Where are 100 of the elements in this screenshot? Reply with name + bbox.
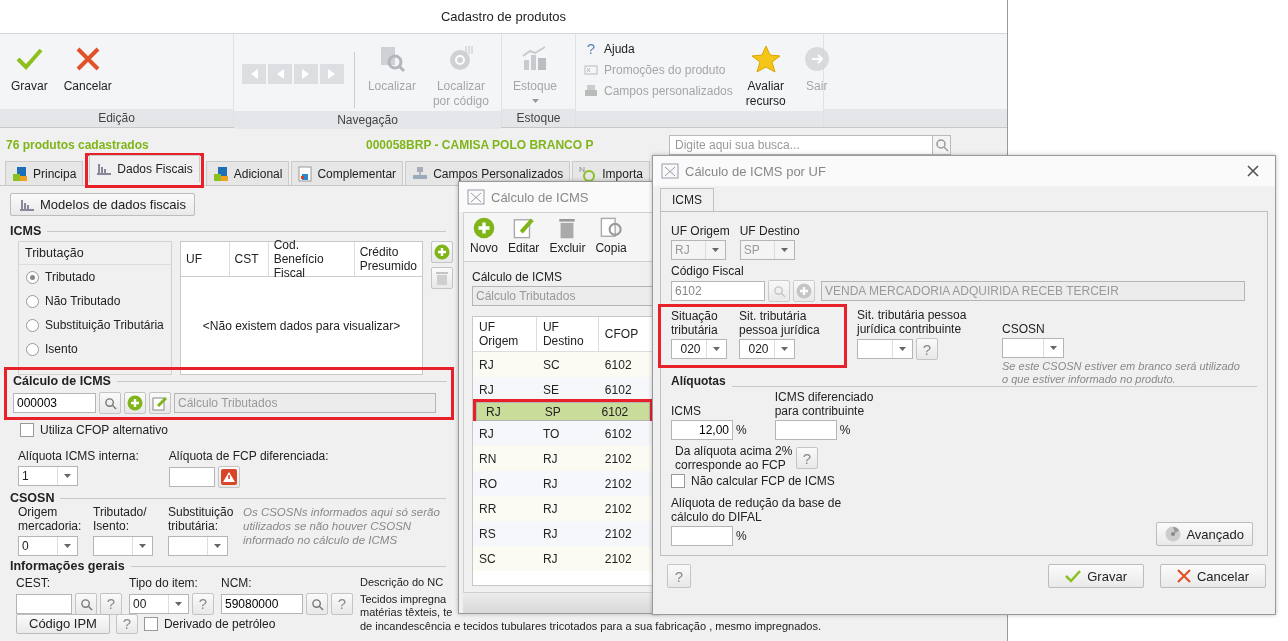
toolbar-button[interactable]: Excluir	[547, 217, 588, 261]
field-label: Sit. tributária pessoa jurídica	[739, 309, 821, 337]
advanced-button[interactable]: Avançado	[1156, 522, 1253, 546]
toolbar-button[interactable]: Editar	[506, 217, 542, 261]
tab[interactable]: Dados Fiscais	[89, 155, 200, 182]
rate-field[interactable]	[774, 420, 837, 440]
fiscal-models-button[interactable]: Modelos de dados fiscais	[10, 193, 195, 216]
icms-rate-field[interactable]: 12,00	[671, 420, 733, 440]
radio-button[interactable]	[26, 270, 39, 284]
tab[interactable]: ICMS	[660, 188, 714, 211]
table-cell-text: 6102	[603, 426, 633, 441]
checkbox-label: Não calcular FCP de ICMS	[691, 474, 835, 488]
section-title: ICMS	[10, 224, 42, 238]
field-label: Substituição tributária:	[168, 505, 235, 533]
close-icon[interactable]	[1247, 165, 1259, 177]
edit-button[interactable]	[149, 392, 171, 414]
trash-icon	[435, 270, 449, 286]
dropdown-field[interactable]	[857, 339, 913, 359]
checkbox[interactable]	[20, 423, 34, 437]
dropdown-field[interactable]: 020	[671, 339, 727, 359]
dropdown-field[interactable]: 00	[129, 594, 189, 614]
checkbox-option[interactable]: Não calcular FCP de ICMS	[671, 474, 1257, 488]
table-row[interactable]: RJ SP 6102	[476, 402, 650, 421]
search-field[interactable]: Digite aqui sua busca...	[669, 135, 933, 155]
add-button[interactable]	[793, 280, 815, 302]
checkbox[interactable]	[671, 474, 685, 488]
search-button[interactable]	[933, 135, 951, 155]
save-button[interactable]: Gravar	[1048, 564, 1144, 588]
ipm-code-button[interactable]: Código IPM	[16, 614, 110, 634]
checkbox[interactable]	[143, 617, 158, 631]
cest-field[interactable]	[16, 594, 72, 614]
rate-field[interactable]	[168, 467, 215, 487]
plus-icon	[473, 217, 495, 239]
add-button[interactable]	[124, 392, 146, 414]
option-label: Tributado	[45, 270, 96, 284]
checkbox-option[interactable]: Derivado de petróleo	[143, 617, 276, 631]
tab[interactable]: Complementar	[291, 161, 404, 185]
radio-button[interactable]	[26, 342, 39, 356]
field-label: NCM:	[221, 576, 253, 590]
window-icon	[661, 163, 679, 179]
dropdown-field[interactable]	[168, 536, 228, 556]
search-button[interactable]	[99, 392, 121, 414]
column-header: UF Origem	[473, 317, 537, 351]
table-cell-text: RJ	[541, 476, 559, 491]
window-title: Cadastro de produtos	[441, 9, 566, 24]
radio-option[interactable]: Isento	[19, 337, 171, 361]
column-header: Cod. Benefício Fiscal	[268, 242, 355, 276]
field-label: UF Origem	[671, 224, 730, 238]
section-title: CSOSN	[10, 491, 55, 505]
dropdown-field[interactable]: 1	[18, 466, 78, 486]
chart-icon	[96, 162, 113, 176]
hint-text: Os CSOSNs informados aqui só serão utilizados se não houver CSOSN informado no cálculo de ICMS	[243, 505, 441, 547]
code-field[interactable]: 000003	[13, 393, 96, 413]
field-label: Origem mercadoria:	[18, 505, 83, 533]
field-label: CSOSN	[1002, 322, 1046, 336]
search-button[interactable]	[75, 593, 97, 615]
table-cell-text: RJ	[485, 404, 502, 419]
plus-icon	[434, 244, 450, 260]
column-header: Crédito Presumido	[358, 244, 418, 275]
save-button[interactable]: Gravar	[8, 42, 51, 96]
warning-icon	[220, 469, 237, 485]
dropdown-field[interactable]: 0	[18, 536, 78, 556]
rate-field[interactable]	[671, 526, 733, 546]
tag-icon	[584, 64, 598, 76]
table-cell-text: RJ	[478, 357, 495, 372]
table-cell-text: 2102	[603, 501, 633, 516]
ncm-field[interactable]: 59080000	[221, 594, 303, 614]
radio-option[interactable]: Substituição Tributária	[19, 313, 171, 337]
rate-button[interactable]: Avaliar recurso	[742, 42, 789, 111]
blocks-icon	[12, 165, 28, 182]
warning-button[interactable]	[217, 466, 240, 488]
add-button[interactable]	[431, 241, 453, 263]
toolbar-button[interactable]: Novo	[468, 217, 500, 261]
table-cell-text: RJ	[541, 451, 559, 466]
checkbox-label: Derivado de petróleo	[163, 617, 276, 631]
search-button[interactable]	[306, 593, 328, 615]
radiation-icon	[1165, 526, 1182, 542]
tab[interactable]: Adicional	[205, 161, 290, 185]
delete-button[interactable]	[431, 267, 453, 289]
radio-option[interactable]: Não Tributado	[19, 289, 171, 313]
copy-icon	[600, 217, 623, 239]
toolbar-button[interactable]: Copia	[593, 217, 629, 261]
radio-option[interactable]: Tributado	[19, 265, 171, 289]
cancel-button[interactable]: Cancelar	[60, 42, 115, 96]
table-cell-text: RR	[478, 501, 498, 516]
dropdown-field[interactable]	[93, 536, 153, 556]
dropdown-field[interactable]	[1002, 338, 1064, 358]
radio-button[interactable]	[26, 294, 39, 308]
cancel-button[interactable]: Cancelar	[1159, 564, 1266, 588]
tab[interactable]: Principa	[5, 161, 84, 185]
table-cell-text: RJ	[541, 526, 559, 541]
radio-button[interactable]	[26, 318, 39, 332]
dropdown-field[interactable]: 020	[739, 339, 795, 359]
table-cell-text: 6102	[603, 382, 633, 397]
trash-icon	[558, 217, 577, 239]
empty-message: <Não existem dados para visualizar>	[202, 318, 401, 333]
option-label: Isento	[45, 342, 78, 356]
help-link[interactable]: ? Ajuda	[584, 42, 733, 56]
table-cell-text: 2102	[603, 526, 633, 541]
plus-icon	[796, 283, 812, 299]
